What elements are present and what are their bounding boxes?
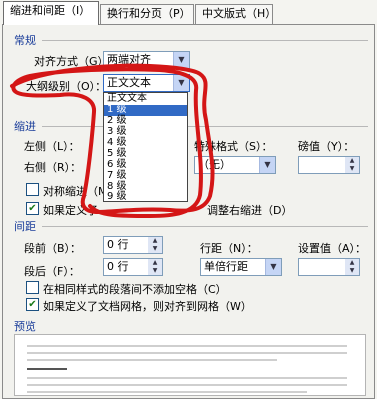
snap-to-grid-label: 如果定义了文档网格，则对齐到网格（W） [43, 300, 252, 313]
at-label: 设置值（A）： [298, 242, 367, 255]
outline-level-select[interactable]: 正文文本 ▼ [103, 74, 190, 92]
spin-down-icon[interactable]: ▼ [345, 165, 359, 173]
outline-level-value: 正文文本 [107, 76, 151, 89]
preview-line [27, 359, 277, 361]
by-label: 磅值（Y）： [298, 140, 355, 153]
paragraph-dialog: 缩进和间距（I） 换行和分页（P） 中文版式（H） 常规 对齐方式（G）： 两端… [0, 0, 377, 399]
section-spacing-title: 间距 [14, 220, 36, 233]
line-spacing-value: 单倍行距 [204, 260, 248, 273]
section-divider [42, 126, 368, 127]
preview-line [27, 384, 347, 386]
spin-down-icon[interactable]: ▼ [148, 267, 162, 275]
at-spinner[interactable]: ▲ ▼ [298, 258, 360, 276]
no-space-same-style-checkbox[interactable] [26, 281, 39, 294]
mirror-indent-checkbox[interactable] [26, 183, 39, 196]
outline-option[interactable]: 6 级 [104, 160, 187, 171]
space-after-spinner[interactable]: 0 行 ▲ ▼ [103, 258, 163, 276]
chevron-down-icon[interactable]: ▼ [265, 259, 281, 275]
preview-line [27, 352, 347, 354]
spin-up-icon[interactable]: ▲ [345, 157, 359, 165]
preview-line [27, 377, 347, 379]
line-spacing-label: 行距（N）： [200, 242, 258, 255]
section-divider [42, 226, 368, 227]
special-format-select[interactable]: （无） ▼ [194, 156, 276, 174]
chevron-down-icon[interactable]: ▼ [173, 52, 189, 68]
section-general-title: 常规 [14, 34, 36, 47]
special-format-label: 特殊格式（S）： [194, 140, 273, 153]
no-space-same-style-label: 在相同样式的段落间不添加空格（C） [43, 283, 227, 296]
tab-strip: 缩进和间距（I） 换行和分页（P） 中文版式（H） [0, 0, 377, 26]
outline-option-selected[interactable]: 1 级 [104, 105, 187, 116]
outline-option[interactable]: 7 级 [104, 171, 187, 182]
preview-line [27, 345, 347, 347]
section-divider [42, 40, 368, 41]
auto-adjust-label: 调整右缩进（D） [207, 204, 293, 217]
preview-line [27, 391, 307, 393]
section-indent-title: 缩进 [14, 120, 36, 133]
tab-indent-spacing[interactable]: 缩进和间距（I） [3, 1, 99, 25]
outline-option[interactable]: 4 级 [104, 138, 187, 149]
tab-line-page-breaks[interactable]: 换行和分页（P） [100, 4, 194, 24]
auto-adjust-label-left: 如果定义了 [43, 204, 98, 217]
left-indent-label: 左侧（L）： [24, 140, 80, 153]
outline-option[interactable]: 3 级 [104, 127, 187, 138]
alignment-select[interactable]: 两端对齐 ▼ [103, 51, 190, 69]
space-after-value: 0 行 [107, 260, 129, 273]
preview-pane [14, 334, 366, 396]
chevron-down-icon[interactable]: ▼ [173, 75, 189, 91]
outline-option[interactable]: 5 级 [104, 149, 187, 160]
tab-asian-typography[interactable]: 中文版式（H） [195, 4, 276, 24]
chevron-down-icon[interactable]: ▼ [259, 157, 275, 173]
line-spacing-select[interactable]: 单倍行距 ▼ [200, 258, 282, 276]
right-indent-label: 右侧（R）： [24, 161, 82, 174]
space-before-value: 0 行 [107, 238, 129, 251]
space-before-label: 段前（B）： [24, 242, 82, 255]
section-preview-title: 预览 [14, 320, 36, 333]
alignment-value: 两端对齐 [107, 53, 151, 66]
spin-up-icon[interactable]: ▲ [345, 259, 359, 267]
preview-line [27, 368, 67, 370]
outline-level-dropdown[interactable]: 正文文本 1 级 2 级 3 级 4 级 5 级 6 级 7 级 8 级 9 级 [103, 92, 188, 202]
spin-down-icon[interactable]: ▼ [345, 267, 359, 275]
spin-up-icon[interactable]: ▲ [148, 259, 162, 267]
special-format-value: （无） [198, 158, 231, 171]
outline-level-label: 大纲级别（O）： [26, 80, 107, 93]
outline-option[interactable]: 正文文本 [104, 94, 187, 105]
space-after-label: 段后（F）： [24, 265, 80, 278]
space-before-spinner[interactable]: 0 行 ▲ ▼ [103, 236, 163, 254]
by-spinner[interactable]: ▲ ▼ [298, 156, 360, 174]
outline-option[interactable]: 2 级 [104, 116, 187, 127]
outline-option[interactable]: 9 级 [104, 192, 187, 203]
spin-up-icon[interactable]: ▲ [148, 237, 162, 245]
snap-to-grid-checkbox[interactable]: ✔ [26, 298, 39, 311]
auto-adjust-checkbox[interactable]: ✔ [26, 202, 39, 215]
spin-down-icon[interactable]: ▼ [148, 245, 162, 253]
